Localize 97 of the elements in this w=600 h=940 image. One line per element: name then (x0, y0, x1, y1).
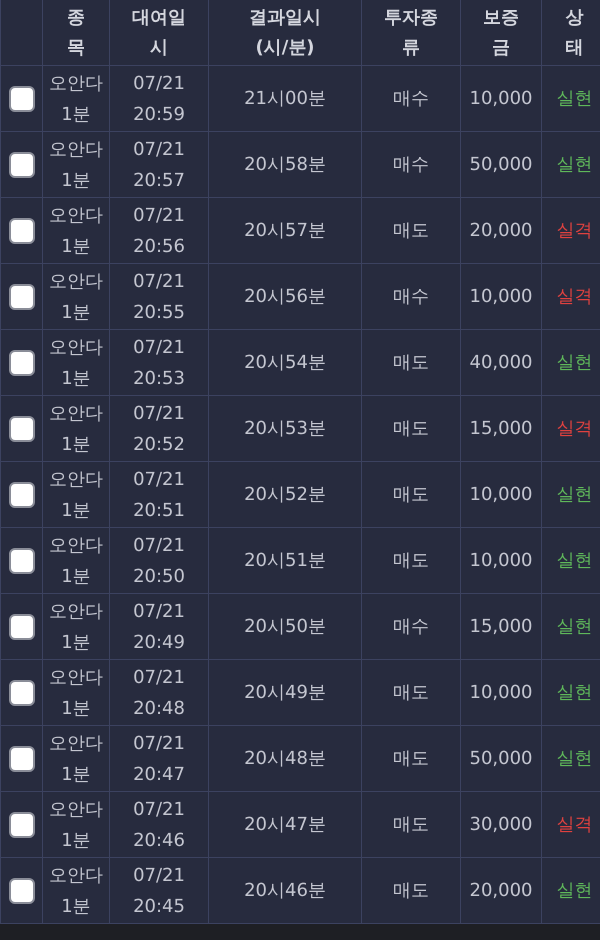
table-cell: 매도 (362, 726, 460, 791)
table-cell: 20시46분 (209, 858, 361, 923)
status-text: 실격 (556, 286, 592, 308)
table-cell: 매수 (362, 132, 460, 197)
table-cell: 20시58분 (209, 132, 361, 197)
table-cell: 15,000 (461, 396, 541, 461)
table-cell: 매도 (362, 792, 460, 857)
table-cell: 07/21 20:47 (110, 726, 208, 791)
table-cell: 20시47분 (209, 792, 361, 857)
table-cell: 10,000 (461, 66, 541, 131)
table-cell: 매수 (362, 264, 460, 329)
column-header: 투자종 류 (362, 0, 460, 65)
table-cell: 20시57분 (209, 198, 361, 263)
status-text: 실현 (556, 352, 592, 374)
table-cell: 매도 (362, 528, 460, 593)
table-cell: 07/21 20:50 (110, 528, 208, 593)
column-header: 보증 금 (461, 0, 541, 65)
table-cell: 10,000 (461, 462, 541, 527)
table-cell: 07/21 20:49 (110, 594, 208, 659)
table-cell: 20시50분 (209, 594, 361, 659)
checkbox[interactable] (8, 482, 34, 508)
status-text: 실현 (556, 682, 592, 704)
table-cell: 매수 (362, 594, 460, 659)
status-text: 실현 (556, 880, 592, 902)
checkbox[interactable] (8, 416, 34, 442)
checkbox[interactable] (8, 746, 34, 772)
column-header: 대여일 시 (110, 0, 208, 65)
status-text: 실격 (556, 220, 592, 242)
table-cell: 40,000 (461, 330, 541, 395)
column-header: 상 태 (542, 0, 600, 65)
table-cell: 10,000 (461, 660, 541, 725)
table-cell: 20시56분 (209, 264, 361, 329)
status-text: 실현 (556, 484, 592, 506)
table-cell: 07/21 20:53 (110, 330, 208, 395)
checkbox[interactable] (8, 152, 34, 178)
table-cell: 오안다 1분 (43, 132, 109, 197)
checkbox[interactable] (8, 812, 34, 838)
table-cell: 07/21 20:59 (110, 66, 208, 131)
table-cell: 20시51분 (209, 528, 361, 593)
table-cell: 오안다 1분 (43, 330, 109, 395)
table-cell: 오안다 1분 (43, 198, 109, 263)
status-text: 실격 (556, 814, 592, 836)
table-cell: 07/21 20:48 (110, 660, 208, 725)
table-cell: 21시00분 (209, 66, 361, 131)
checkbox[interactable] (8, 218, 34, 244)
table-cell: 오안다 1분 (43, 792, 109, 857)
table-cell: 50,000 (461, 726, 541, 791)
table-cell: 오안다 1분 (43, 726, 109, 791)
checkbox[interactable] (8, 614, 34, 640)
status-text: 실격 (556, 418, 592, 440)
table-cell: 07/21 20:46 (110, 792, 208, 857)
column-header: 종 목 (43, 0, 109, 65)
table-cell: 07/21 20:51 (110, 462, 208, 527)
table-cell: 오안다 1분 (43, 594, 109, 659)
table-cell: 오안다 1분 (43, 660, 109, 725)
table-cell: 20시52분 (209, 462, 361, 527)
table-cell: 매도 (362, 462, 460, 527)
column-header: 결과일시 (시/분) (209, 0, 361, 65)
table-cell: 20시49분 (209, 660, 361, 725)
table-cell: 07/21 20:57 (110, 132, 208, 197)
table-cell: 20,000 (461, 198, 541, 263)
status-text: 실현 (556, 748, 592, 770)
table-cell: 오안다 1분 (43, 528, 109, 593)
table-cell: 매도 (362, 330, 460, 395)
table-cell: 매수 (362, 66, 460, 131)
checkbox[interactable] (8, 680, 34, 706)
checkbox[interactable] (8, 350, 34, 376)
table-cell: 30,000 (461, 792, 541, 857)
table-cell: 매도 (362, 198, 460, 263)
checkbox[interactable] (8, 86, 34, 112)
table-cell: 오안다 1분 (43, 264, 109, 329)
table-cell: 15,000 (461, 594, 541, 659)
table-cell: 50,000 (461, 132, 541, 197)
table-cell: 오안다 1분 (43, 66, 109, 131)
table-cell: 10,000 (461, 264, 541, 329)
table-cell: 07/21 20:55 (110, 264, 208, 329)
status-text: 실현 (556, 616, 592, 638)
table-cell: 매도 (362, 396, 460, 461)
table-cell: 07/21 20:52 (110, 396, 208, 461)
table-cell: 오안다 1분 (43, 462, 109, 527)
checkbox[interactable] (8, 284, 34, 310)
table-cell: 매도 (362, 660, 460, 725)
table-cell: 20시54분 (209, 330, 361, 395)
table-cell: 07/21 20:56 (110, 198, 208, 263)
checkbox[interactable] (8, 548, 34, 574)
table-cell: 10,000 (461, 528, 541, 593)
table-cell: 20시48분 (209, 726, 361, 791)
table-cell: 오안다 1분 (43, 396, 109, 461)
status-text: 실현 (556, 154, 592, 176)
table-cell: 07/21 20:45 (110, 858, 208, 923)
table-cell: 매도 (362, 858, 460, 923)
table-cell: 오안다 1분 (43, 858, 109, 923)
status-text: 실현 (556, 550, 592, 572)
checkbox[interactable] (8, 878, 34, 904)
table-cell: 20,000 (461, 858, 541, 923)
table-cell: 20시53분 (209, 396, 361, 461)
status-text: 실현 (556, 88, 592, 110)
